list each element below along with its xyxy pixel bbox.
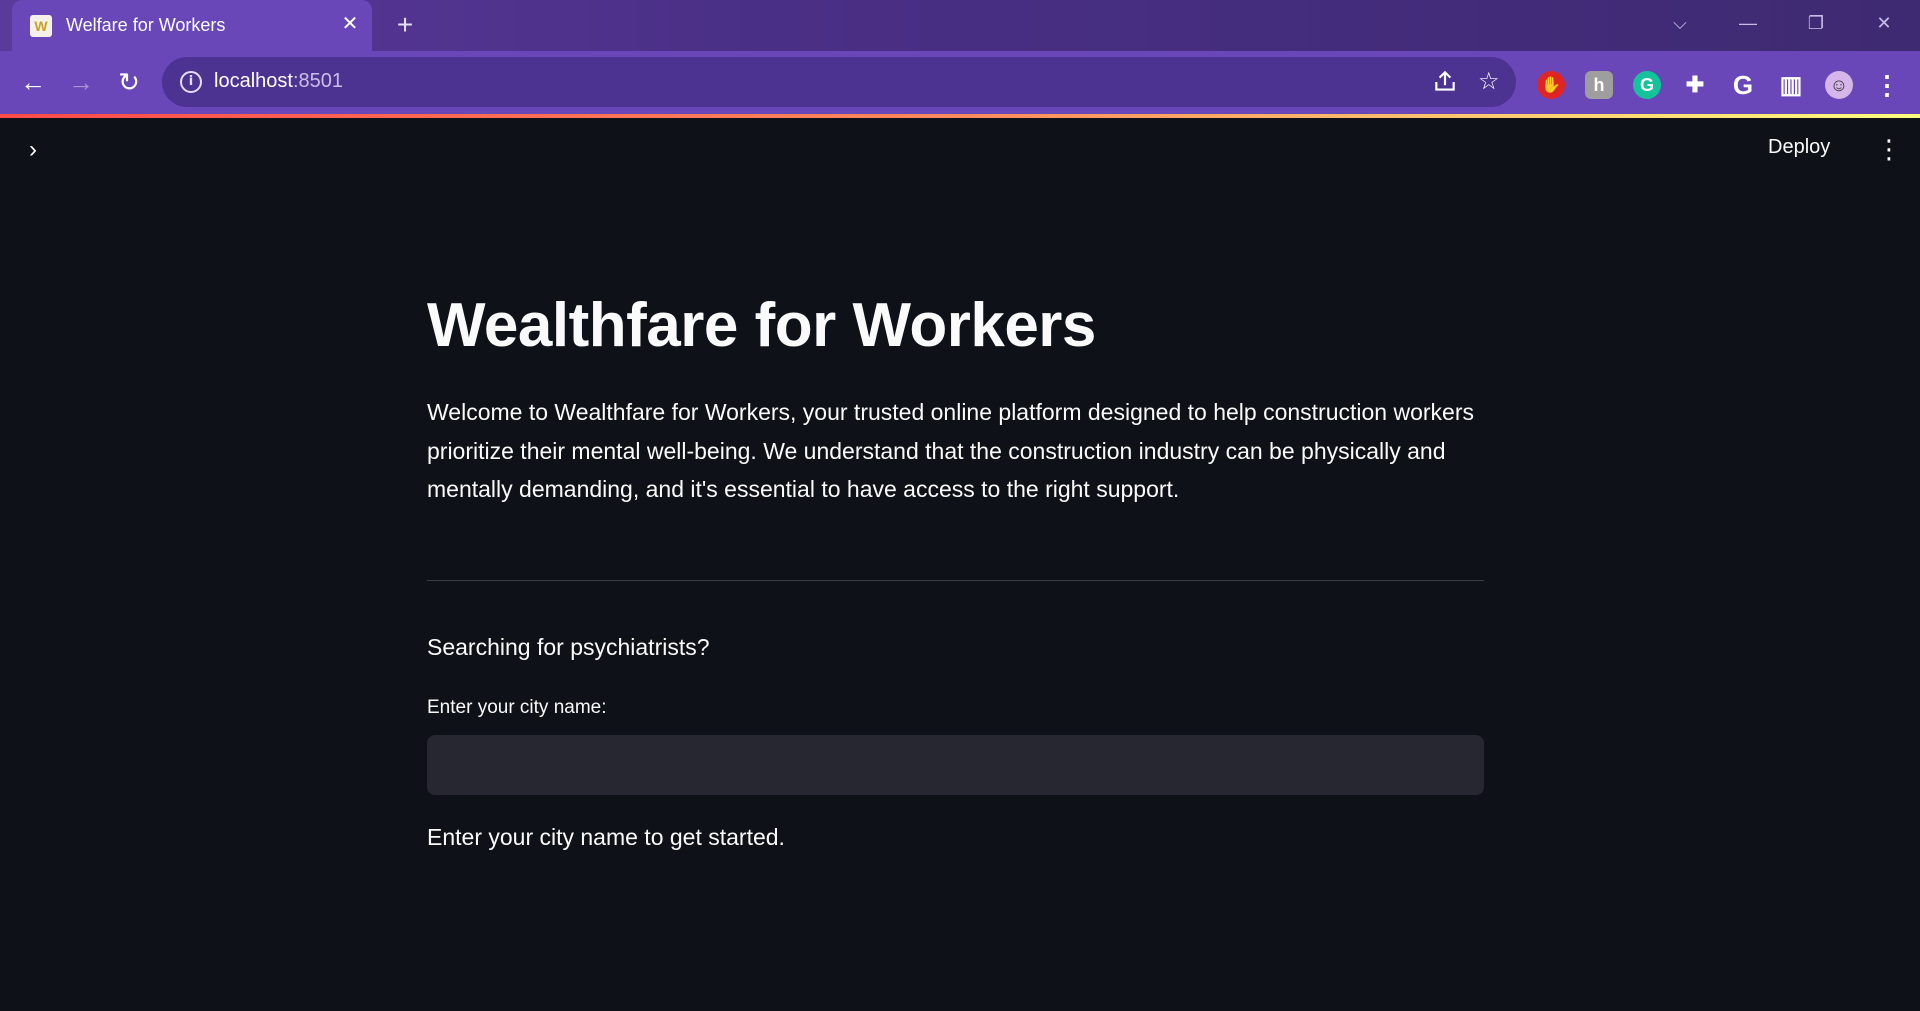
star-icon[interactable]: ☆ bbox=[1478, 67, 1500, 96]
address-url[interactable]: localhost:8501 bbox=[214, 70, 343, 93]
intro-paragraph: Welcome to Wealthfare for Workers, your … bbox=[427, 399, 1474, 502]
city-input[interactable] bbox=[427, 735, 1484, 795]
close-window-button[interactable]: ✕ bbox=[1866, 8, 1902, 38]
hint-text: Enter your city name to get started. bbox=[427, 824, 785, 850]
main-menu-icon[interactable]: ⋮ bbox=[1876, 134, 1902, 164]
browser-tab-strip: W Welfare for Workers ✕ + ⌵ — ❐ ✕ bbox=[0, 0, 1920, 51]
divider bbox=[427, 580, 1484, 581]
search-heading: Searching for psychiatrists? bbox=[427, 634, 710, 660]
browser-tab[interactable]: W Welfare for Workers ✕ bbox=[12, 0, 372, 51]
google-icon[interactable]: G bbox=[1729, 70, 1757, 100]
tab-close-icon[interactable]: ✕ bbox=[338, 12, 362, 36]
extension-h-icon[interactable]: h bbox=[1585, 71, 1613, 99]
info-icon[interactable]: i bbox=[180, 71, 202, 93]
back-button[interactable]: ← bbox=[16, 65, 50, 99]
puzzle-icon[interactable]: ✚ bbox=[1681, 71, 1709, 99]
app-view: › Deploy ⋮ Wealthfare for Workers Welcom… bbox=[0, 118, 1920, 1011]
address-port: :8501 bbox=[292, 70, 343, 92]
tab-title: Welfare for Workers bbox=[66, 15, 226, 35]
address-host: localhost bbox=[214, 70, 293, 92]
profile-avatar-icon[interactable]: ☺ bbox=[1825, 71, 1853, 99]
grammarly-icon[interactable]: G bbox=[1633, 71, 1661, 99]
city-input-label: Enter your city name: bbox=[427, 697, 607, 718]
minimize-button[interactable]: — bbox=[1730, 8, 1766, 38]
browser-toolbar: ← → ↻ i localhost:8501 ☆ bbox=[0, 51, 1920, 114]
sidebar-expand-icon[interactable]: › bbox=[20, 138, 46, 164]
address-bar[interactable]: i localhost:8501 ☆ bbox=[162, 57, 1516, 107]
page-title: Wealthfare for Workers bbox=[427, 291, 1096, 360]
favicon-icon: W bbox=[30, 15, 52, 37]
chrome-menu-icon[interactable]: ⋮ bbox=[1873, 70, 1901, 100]
tab-search-icon[interactable]: ⌵ bbox=[1662, 8, 1698, 38]
forward-button[interactable]: → bbox=[64, 65, 98, 99]
side-panel-icon[interactable]: ▥ bbox=[1777, 71, 1805, 99]
reload-button[interactable]: ↻ bbox=[112, 65, 146, 99]
new-tab-button[interactable]: + bbox=[390, 11, 420, 41]
restore-button[interactable]: ❐ bbox=[1798, 8, 1834, 38]
adblock-icon[interactable]: ✋ bbox=[1537, 71, 1565, 99]
deploy-button[interactable]: Deploy bbox=[1768, 136, 1830, 159]
share-icon[interactable] bbox=[1432, 69, 1458, 95]
